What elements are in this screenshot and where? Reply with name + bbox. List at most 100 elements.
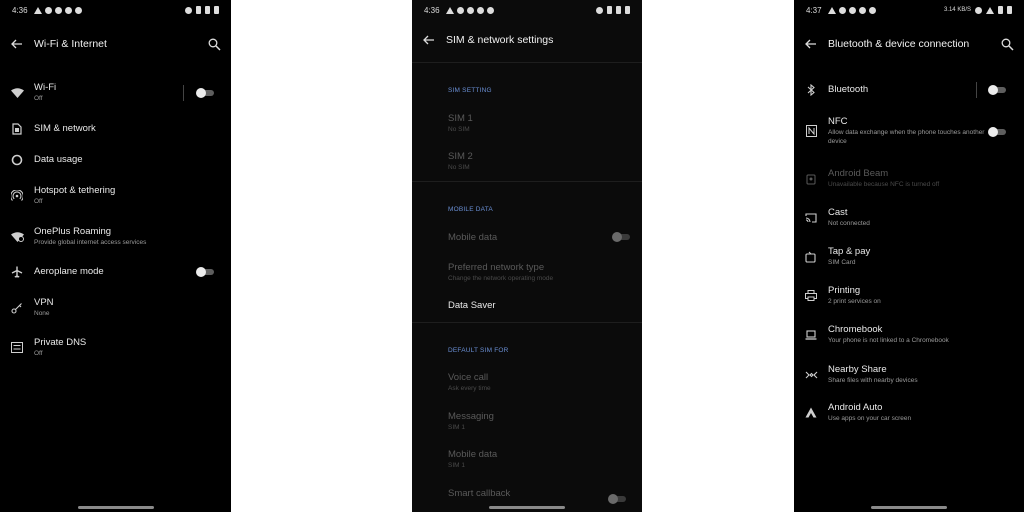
chromebook-item[interactable]: Chromebook Your phone is not linked to a … [794, 324, 1024, 345]
private-dns-item[interactable]: Private DNS Off [0, 337, 231, 358]
private-dns-status: Off [34, 350, 43, 357]
nearby-share-label: Nearby Share [828, 364, 887, 375]
sim2-item[interactable]: SIM 2 No SIM [448, 151, 642, 172]
home-indicator[interactable] [871, 506, 947, 509]
mobile-data-toggle[interactable] [612, 232, 630, 242]
vpn-item[interactable]: VPN None [0, 297, 231, 318]
nfc-label: NFC [828, 116, 848, 127]
notification-icon [838, 6, 846, 14]
no-sim-icon [998, 6, 1003, 14]
cast-label: Cast [828, 207, 848, 218]
search-button[interactable] [197, 38, 231, 51]
notification-icon [54, 6, 62, 14]
nfc-toggle[interactable] [988, 127, 1006, 137]
notification-icon [868, 6, 876, 14]
preferred-network-item[interactable]: Preferred network type Change the network… [448, 262, 642, 283]
nearby-share-description: Share files with nearby devices [828, 377, 918, 384]
notification-icon [858, 6, 866, 14]
tap-pay-item[interactable]: Tap & pay SIM Card [794, 246, 1024, 267]
back-button[interactable] [412, 35, 446, 45]
android-beam-icon [806, 174, 816, 184]
default-mobile-data-item[interactable]: Mobile data SIM 1 [448, 449, 642, 470]
roaming-description: Provide global internet access services [34, 239, 147, 246]
smart-callback-toggle[interactable] [608, 494, 626, 504]
notification-icons [33, 6, 82, 14]
network-speed: 3.14 KB/S [943, 7, 971, 13]
data-usage-icon [11, 154, 23, 166]
sim-card-icon [12, 123, 22, 135]
printer-icon [805, 290, 817, 301]
cast-item[interactable]: Cast Not connected [794, 207, 1024, 228]
home-indicator[interactable] [77, 506, 154, 509]
sim-network-item[interactable]: SIM & network [0, 123, 231, 135]
roaming-label: OnePlus Roaming [34, 226, 112, 237]
back-button[interactable] [0, 39, 34, 49]
section-sim-setting: SIM SETTING [448, 87, 492, 94]
data-saver-item[interactable]: Data Saver [448, 300, 642, 312]
divider [976, 82, 977, 98]
sim1-item[interactable]: SIM 1 No SIM [448, 113, 642, 134]
sim1-status: No SIM [448, 126, 470, 133]
divider [183, 85, 184, 101]
page-title: Wi-Fi & Internet [34, 38, 107, 50]
printing-item[interactable]: Printing 2 print services on [794, 285, 1024, 306]
wifi-toggle[interactable] [196, 88, 214, 98]
default-mobile-data-label: Mobile data [448, 449, 498, 460]
private-dns-label: Private DNS [34, 337, 87, 348]
messaging-value: SIM 1 [448, 424, 465, 431]
wifi-status-icon [986, 6, 994, 14]
notification-icon [74, 6, 82, 14]
tap-pay-label: Tap & pay [828, 246, 871, 257]
notification-icon [486, 6, 494, 14]
preferred-network-description: Change the network operating mode [448, 275, 554, 282]
hotspot-label: Hotspot & tethering [34, 185, 116, 196]
android-auto-item[interactable]: Android Auto Use apps on your car screen [794, 402, 1024, 423]
status-bar: 4:36 [12, 4, 219, 16]
battery-icon [1007, 6, 1012, 14]
android-beam-label: Android Beam [828, 168, 889, 179]
notification-icon [64, 6, 72, 14]
sim2-status: No SIM [448, 164, 470, 171]
nfc-description: Allow data exchange when the phone touch… [828, 129, 985, 145]
messaging-item[interactable]: Messaging SIM 1 [448, 411, 642, 432]
app-bar: SIM & network settings [412, 28, 642, 52]
home-indicator[interactable] [489, 506, 565, 509]
back-arrow-icon [423, 35, 434, 45]
tap-pay-value: SIM Card [828, 259, 856, 266]
data-usage-item[interactable]: Data usage [0, 154, 231, 166]
page-title: SIM & network settings [446, 34, 554, 46]
system-icons: 3.14 KB/S [944, 6, 1012, 14]
telegram-icon [445, 6, 454, 14]
notification-icon [466, 6, 474, 14]
printing-label: Printing [828, 285, 861, 296]
vpn-label: VPN [34, 297, 54, 308]
vpn-status: None [34, 310, 50, 317]
aeroplane-toggle[interactable] [196, 267, 214, 277]
telegram-icon [33, 6, 42, 14]
divider [412, 181, 642, 182]
mute-icon [185, 6, 192, 14]
search-icon [208, 38, 221, 51]
bluetooth-toggle[interactable] [988, 85, 1006, 95]
android-beam-item[interactable]: Android Beam Unavailable because NFC is t… [794, 168, 1024, 189]
default-mobile-data-value: SIM 1 [448, 462, 465, 469]
back-arrow-icon [11, 39, 22, 49]
search-button[interactable] [990, 38, 1024, 51]
status-time: 4:36 [424, 5, 440, 15]
oneplus-roaming-item[interactable]: OnePlus Roaming Provide global internet a… [0, 226, 231, 247]
hotspot-item[interactable]: Hotspot & tethering Off [0, 185, 231, 206]
notification-icons [445, 6, 494, 14]
wifi-icon [10, 87, 24, 98]
back-button[interactable] [794, 39, 828, 49]
system-icons [185, 6, 219, 14]
voice-call-item[interactable]: Voice call Ask every time [448, 372, 642, 393]
nearby-share-icon [805, 371, 817, 378]
nearby-share-item[interactable]: Nearby Share Share files with nearby devi… [794, 364, 1024, 385]
divider [412, 62, 642, 63]
nfc-icon [805, 125, 817, 137]
status-time: 4:37 [806, 5, 822, 15]
page-title: Bluetooth & device connection [828, 38, 970, 50]
no-sim-icon [607, 6, 612, 14]
tap-pay-icon [805, 251, 816, 263]
wifi-internet-screen: 4:36 Wi-Fi & Internet Wi-Fi Off SIM & ne… [0, 0, 231, 512]
